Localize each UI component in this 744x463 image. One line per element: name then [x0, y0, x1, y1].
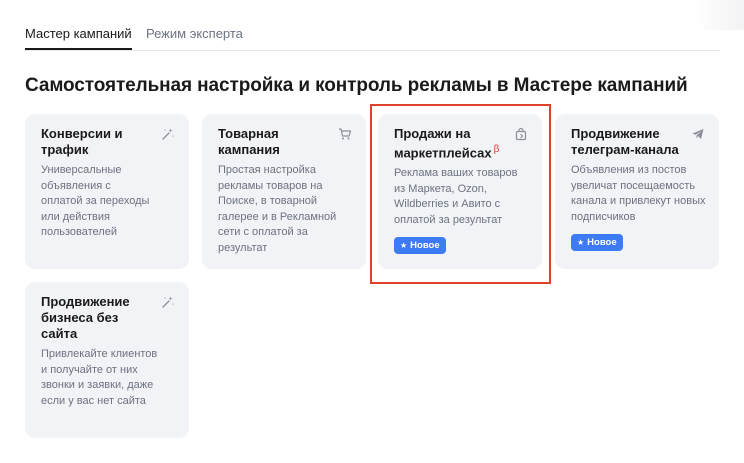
card-title: Продвижение бизнеса без сайта — [41, 294, 130, 341]
card-description: Привлекайте клиентов и получайте от них … — [41, 348, 158, 407]
shopping-bag-icon — [515, 127, 527, 141]
telegram-plane-icon — [692, 129, 704, 139]
card-description: Объявления из постов увеличат посещаемос… — [571, 164, 706, 223]
new-badge: ★ Новое — [571, 234, 623, 251]
star-icon: ★ — [577, 237, 585, 247]
card-title: Продвижение телеграм-канала — [571, 126, 679, 157]
star-icon: ★ — [400, 240, 408, 250]
card-description: Простая настройка рекламы товаров на Пои… — [218, 164, 337, 254]
card-title: Конверсии и трафик — [41, 126, 123, 157]
magic-wand-icon — [162, 128, 174, 140]
magic-wand-icon — [162, 296, 174, 308]
card-title: Продажи на маркетплейсах β — [394, 126, 500, 161]
card-product-campaign[interactable]: Товарная кампания Простая настройка рекл… — [202, 114, 366, 269]
card-marketplace-sales[interactable]: Продажи на маркетплейсах β Реклама ваших … — [378, 114, 542, 269]
shopping-cart-icon — [339, 128, 352, 140]
card-description: Универсальные объявления с оплатой за пе… — [41, 164, 150, 238]
card-business-without-site[interactable]: Продвижение бизнеса без сайта Привлекайт… — [25, 282, 189, 438]
card-telegram-promotion[interactable]: Продвижение телеграм-канала Объявления и… — [555, 114, 719, 269]
new-badge: ★ Новое — [394, 237, 446, 255]
card-title: Товарная кампания — [218, 126, 280, 157]
beta-label: β — [493, 144, 500, 155]
page-title: Самостоятельная настройка и контроль рек… — [25, 75, 688, 96]
card-conversions-traffic[interactable]: Конверсии и трафик Универсальные объявле… — [25, 114, 189, 269]
tab-campaign-master[interactable]: Мастер кампаний — [25, 26, 132, 50]
campaign-mode-tabs: Мастер кампаний Режим эксперта — [25, 22, 720, 51]
card-description: Реклама ваших товаров из Маркета, Ozon, … — [394, 167, 518, 226]
tab-expert-mode[interactable]: Режим эксперта — [146, 26, 243, 42]
